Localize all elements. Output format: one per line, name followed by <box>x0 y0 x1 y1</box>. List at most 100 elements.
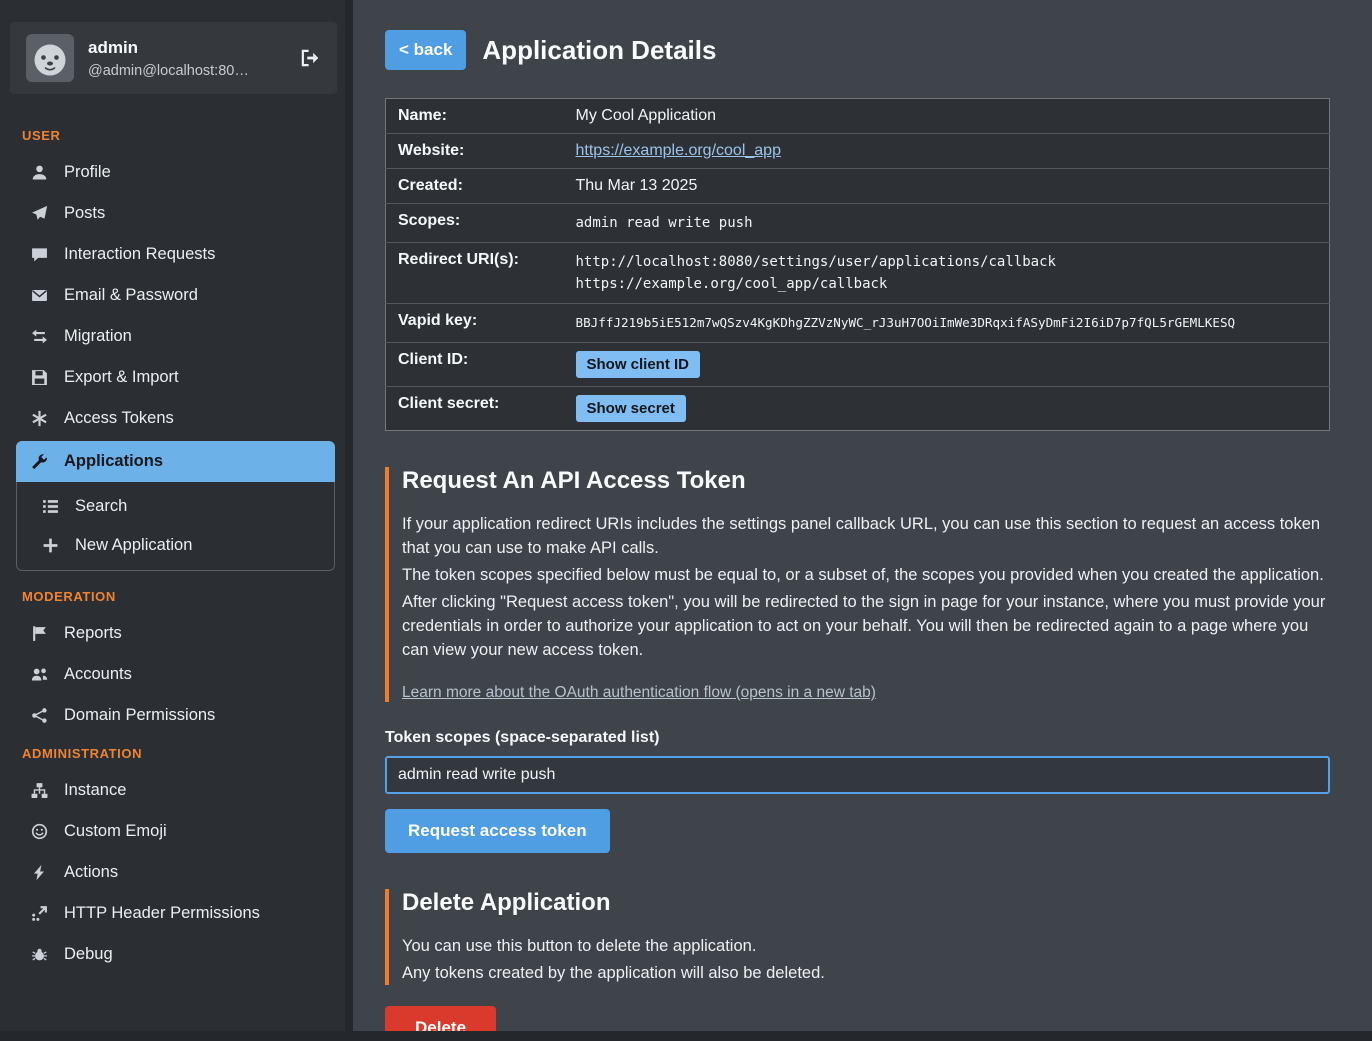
applications-group: Applications Search New Application <box>16 441 335 571</box>
bug-icon <box>30 946 49 963</box>
sidebar-item-label: Applications <box>64 452 163 471</box>
sidebar-item-label: Profile <box>64 163 111 182</box>
users-icon <box>30 666 49 683</box>
sidebar-item-access-tokens[interactable]: Access Tokens <box>0 398 345 439</box>
table-row-client-id: Client ID: Show client ID <box>386 343 1330 387</box>
row-label: Name: <box>386 99 564 134</box>
section-label-administration: ADMINISTRATION <box>0 736 345 770</box>
sidebar-item-label: Debug <box>64 945 113 964</box>
floppy-disk-icon <box>30 369 49 386</box>
sidebar-item-label: New Application <box>75 536 192 555</box>
list-icon <box>41 498 60 515</box>
token-paragraph-1: If your application redirect URIs includ… <box>402 512 1330 560</box>
back-button[interactable]: < back <box>385 30 466 70</box>
sidebar-item-new-application[interactable]: New Application <box>17 526 334 565</box>
delete-application-description: Delete Application You can use this butt… <box>385 889 1330 985</box>
sidebar-item-domain-permissions[interactable]: Domain Permissions <box>0 695 345 736</box>
sidebar-item-profile[interactable]: Profile <box>0 152 345 193</box>
sidebar-item-label: Interaction Requests <box>64 245 215 264</box>
sidebar-item-label: Search <box>75 497 127 516</box>
sidebar-item-actions[interactable]: Actions <box>0 852 345 893</box>
exchange-arrows-icon <box>30 328 49 345</box>
asterisk-icon <box>30 410 49 427</box>
redirect-uri-2: https://example.org/cool_app/callback <box>576 273 1318 295</box>
sidebar-item-label: Migration <box>64 327 132 346</box>
sidebar-item-label: Instance <box>64 781 126 800</box>
show-secret-button[interactable]: Show secret <box>576 395 686 422</box>
user-name: admin <box>88 38 249 58</box>
comment-icon <box>30 246 49 263</box>
sidebar-item-instance[interactable]: Instance <box>0 770 345 811</box>
sidebar-item-email-password[interactable]: Email & Password <box>0 275 345 316</box>
user-card[interactable]: admin @admin@localhost:80… <box>10 22 337 94</box>
sidebar-item-label: Domain Permissions <box>64 706 215 725</box>
sitemap-icon <box>30 782 49 799</box>
sidebar-item-debug[interactable]: Debug <box>0 934 345 975</box>
oauth-docs-link[interactable]: Learn more about the OAuth authenticatio… <box>402 684 876 702</box>
sidebar-item-label: Posts <box>64 204 105 223</box>
delete-line-2: Any tokens created by the application wi… <box>402 961 1330 985</box>
section-label-user: USER <box>0 118 345 152</box>
sidebar-item-custom-emoji[interactable]: Custom Emoji <box>0 811 345 852</box>
sidebar-item-accounts[interactable]: Accounts <box>0 654 345 695</box>
row-value: Show client ID <box>564 343 1330 387</box>
table-row-redirect-uris: Redirect URI(s): http://localhost:8080/s… <box>386 243 1330 304</box>
row-label: Client secret: <box>386 387 564 431</box>
table-row-scopes: Scopes: admin read write push <box>386 204 1330 243</box>
bolt-icon <box>30 864 49 881</box>
user-handle: @admin@localhost:80… <box>88 63 249 79</box>
table-row-website: Website: https://example.org/cool_app <box>386 134 1330 169</box>
row-value: BBJffJ219b5iE512m7wQSzv4KgKDhgZZVzNyWC_r… <box>564 304 1330 343</box>
sidebar-item-applications[interactable]: Applications <box>16 441 335 482</box>
sidebar-item-label: Custom Emoji <box>64 822 167 841</box>
table-row-client-secret: Client secret: Show secret <box>386 387 1330 431</box>
row-value: Thu Mar 13 2025 <box>564 169 1330 204</box>
row-label: Client ID: <box>386 343 564 387</box>
sidebar-item-reports[interactable]: Reports <box>0 613 345 654</box>
app-layout: admin @admin@localhost:80… USER Profile … <box>0 0 1372 1031</box>
sidebar-item-label: Actions <box>64 863 118 882</box>
table-row-vapid-key: Vapid key: BBJffJ219b5iE512m7wQSzv4KgKDh… <box>386 304 1330 343</box>
sidebar-item-migration[interactable]: Migration <box>0 316 345 357</box>
user-meta: admin @admin@localhost:80… <box>88 38 249 79</box>
row-label: Created: <box>386 169 564 204</box>
paper-plane-icon <box>30 205 49 222</box>
token-paragraph-2: The token scopes specified below must be… <box>402 563 1330 587</box>
token-paragraph-3: After clicking "Request access token", y… <box>402 590 1330 662</box>
token-scopes-input[interactable] <box>385 756 1330 794</box>
row-value: admin read write push <box>564 204 1330 243</box>
row-value: My Cool Application <box>564 99 1330 134</box>
share-nodes-icon <box>30 707 49 724</box>
sidebar-item-label: Reports <box>64 624 122 643</box>
redirect-uri-1: http://localhost:8080/settings/user/appl… <box>576 251 1318 273</box>
request-token-description: Request An API Access Token If your appl… <box>385 467 1330 702</box>
page-header: < back Application Details <box>385 30 1330 70</box>
row-label: Scopes: <box>386 204 564 243</box>
application-info-table: Name: My Cool Application Website: https… <box>385 98 1330 431</box>
sidebar-item-http-header-permissions[interactable]: HTTP Header Permissions <box>0 893 345 934</box>
row-label: Vapid key: <box>386 304 564 343</box>
table-row-created: Created: Thu Mar 13 2025 <box>386 169 1330 204</box>
section-label-moderation: MODERATION <box>0 579 345 613</box>
sidebar-item-interaction-requests[interactable]: Interaction Requests <box>0 234 345 275</box>
delete-button[interactable]: Delete <box>385 1006 496 1031</box>
request-access-token-button[interactable]: Request access token <box>385 809 610 853</box>
sidebar-item-export-import[interactable]: Export & Import <box>0 357 345 398</box>
sidebar-item-label: HTTP Header Permissions <box>64 904 260 923</box>
row-label: Website: <box>386 134 564 169</box>
wrench-icon <box>30 453 49 470</box>
sidebar-item-label: Email & Password <box>64 286 198 305</box>
row-value: Show secret <box>564 387 1330 431</box>
show-client-id-button[interactable]: Show client ID <box>576 351 701 378</box>
sidebar-item-label: Access Tokens <box>64 409 174 428</box>
sidebar-item-label: Accounts <box>64 665 132 684</box>
sidebar-item-applications-search[interactable]: Search <box>17 487 334 526</box>
delete-application-title: Delete Application <box>402 889 1330 917</box>
website-link[interactable]: https://example.org/cool_app <box>576 142 781 159</box>
logout-icon[interactable] <box>299 47 321 69</box>
sidebar-item-posts[interactable]: Posts <box>0 193 345 234</box>
row-value: https://example.org/cool_app <box>564 134 1330 169</box>
page-title: Application Details <box>482 35 716 66</box>
row-label: Redirect URI(s): <box>386 243 564 304</box>
plus-icon <box>41 537 60 554</box>
